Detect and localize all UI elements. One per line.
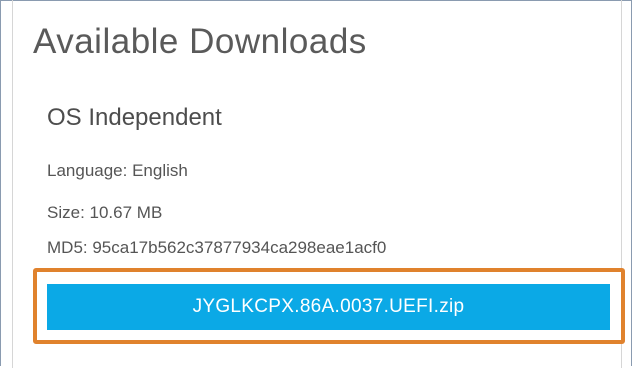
- os-label: OS Independent: [47, 104, 222, 131]
- file-size-info: Size: 10.67 MB: [47, 203, 163, 222]
- md5-checksum: MD5: 95ca17b562c37877934ca298eae1acf0: [47, 238, 387, 257]
- download-button[interactable]: JYGLKCPX.86A.0037.UEFI.zip: [47, 284, 610, 330]
- language-info: Language: English: [47, 161, 188, 180]
- section-title: Available Downloads: [33, 22, 367, 61]
